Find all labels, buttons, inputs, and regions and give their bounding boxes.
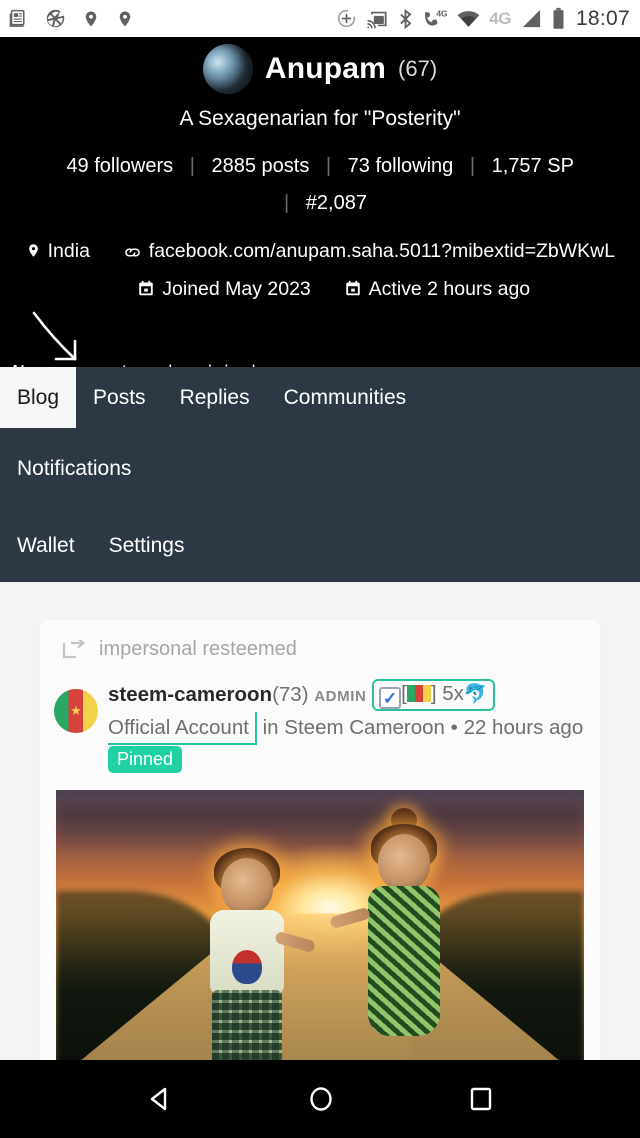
pinned-badge: Pinned bbox=[108, 746, 183, 773]
tab-wallet[interactable]: Wallet bbox=[0, 515, 92, 576]
post-community[interactable]: Steem Cameroon bbox=[284, 716, 445, 739]
stat-divider: | bbox=[284, 192, 290, 214]
post-author-role: ADMIN bbox=[314, 688, 367, 705]
child-left-shorts bbox=[211, 990, 282, 1070]
wifi-icon bbox=[457, 11, 480, 28]
profile-joined: Joined May 2023 bbox=[137, 278, 316, 300]
handdrawn-arrow-icon bbox=[32, 311, 77, 361]
stat-divider: | bbox=[189, 155, 195, 177]
profile-nav: Blog Posts Replies Communities Notificat… bbox=[0, 367, 640, 582]
status-bar-clock: 18:07 bbox=[575, 6, 630, 30]
profile-header: Anupam (67) A Sexagenarian for "Posterit… bbox=[0, 37, 640, 383]
camera-aperture-icon bbox=[46, 9, 65, 28]
post-author-avatar[interactable] bbox=[54, 689, 98, 733]
child-left bbox=[199, 848, 316, 1070]
child-left-shirt-logo bbox=[231, 950, 262, 984]
post-header-text: steem-cameroon(73) ADMIN ✓[] 5x🐬 Officia… bbox=[98, 671, 600, 776]
bracket-close: ] bbox=[430, 682, 437, 705]
stat-rank[interactable]: #2,087 bbox=[306, 192, 367, 214]
status-bar: 4G 4G 18:07 bbox=[0, 0, 640, 37]
phone-screen: 4G 4G 18:07 Anupam (67) A Sexagenarian f… bbox=[0, 0, 640, 1138]
cameroon-flag-icon bbox=[406, 685, 431, 702]
avatar[interactable] bbox=[202, 44, 253, 94]
tab-settings[interactable]: Settings bbox=[92, 515, 202, 576]
tab-blog[interactable]: Blog bbox=[0, 367, 77, 428]
nav-row-3: Wallet Settings bbox=[0, 515, 640, 576]
location-pin-icon bbox=[85, 11, 97, 26]
nav-row-1: Blog Posts Replies Communities bbox=[0, 367, 640, 428]
nav-row-2: Notifications bbox=[0, 438, 640, 499]
stat-following[interactable]: 73 following bbox=[348, 155, 454, 177]
child-right-dress bbox=[367, 886, 440, 1036]
stat-divider: | bbox=[325, 155, 332, 177]
signal-bars-icon bbox=[522, 9, 541, 28]
location-pin-icon-2 bbox=[119, 11, 131, 26]
stat-posts[interactable]: 2885 posts bbox=[211, 155, 309, 177]
status-badge: ✓[] 5x🐬 bbox=[372, 679, 495, 711]
post-timestamp: 22 hours ago bbox=[463, 716, 584, 739]
status-bar-left-icons bbox=[8, 8, 134, 30]
stat-divider: | bbox=[469, 155, 476, 177]
profile-stats: 49 followers | 2885 posts | 73 following… bbox=[0, 148, 640, 222]
child-right bbox=[328, 808, 456, 1070]
post-image[interactable] bbox=[56, 790, 584, 1070]
news-icon bbox=[9, 9, 25, 27]
tab-posts[interactable]: Posts bbox=[76, 367, 163, 428]
post-author-reputation: (73) bbox=[272, 683, 309, 706]
svg-text:4G: 4G bbox=[437, 9, 448, 19]
profile-active-label: Active 2 hours ago bbox=[368, 278, 531, 300]
badge-multiplier: 5x bbox=[442, 682, 464, 705]
location-pin-icon bbox=[28, 244, 38, 257]
volte-4g-icon: 4G bbox=[425, 9, 448, 26]
profile-meta: India facebook.com/anupam.saha.5011?mibe… bbox=[0, 232, 640, 308]
child-left-head bbox=[220, 858, 273, 914]
recents-square-icon[interactable] bbox=[466, 1084, 496, 1114]
child-right-head bbox=[377, 834, 430, 890]
resteem-arrow-icon bbox=[62, 639, 86, 658]
cloud-band bbox=[56, 806, 584, 852]
feed: impersonal resteemed steem-cameroon(73) … bbox=[0, 582, 640, 1070]
back-triangle-icon[interactable] bbox=[144, 1083, 176, 1115]
tab-communities[interactable]: Communities bbox=[267, 367, 424, 428]
status-bar-right-icons: 4G 4G 18:07 bbox=[336, 7, 630, 31]
resteem-label: impersonal resteemed bbox=[99, 638, 297, 660]
resteem-row: impersonal resteemed bbox=[40, 634, 600, 671]
add-circle-icon bbox=[338, 9, 356, 28]
official-account-badge: Official Account bbox=[108, 712, 257, 745]
dolphin-icon: 🐬 bbox=[463, 684, 488, 705]
reputation-score: (67) bbox=[398, 56, 438, 81]
profile-location: India bbox=[26, 240, 96, 262]
calendar-icon bbox=[345, 280, 360, 296]
post-card[interactable]: impersonal resteemed steem-cameroon(73) … bbox=[40, 620, 600, 1070]
stat-sp[interactable]: 1,757 SP bbox=[492, 155, 574, 177]
battery-icon bbox=[553, 7, 564, 29]
calendar-icon bbox=[139, 280, 154, 296]
bluetooth-icon bbox=[400, 8, 412, 29]
community-prefix: in bbox=[262, 716, 279, 739]
tab-notifications[interactable]: Notifications bbox=[0, 438, 148, 499]
link-icon bbox=[125, 248, 140, 257]
tab-replies[interactable]: Replies bbox=[163, 367, 267, 428]
android-navigation-bar bbox=[0, 1060, 640, 1138]
profile-name-row: Anupam (67) bbox=[0, 44, 640, 94]
profile-link[interactable]: facebook.com/anupam.saha.5011?mibextid=Z… bbox=[123, 240, 615, 262]
separator-dot: • bbox=[450, 716, 458, 739]
profile-location-label: India bbox=[47, 240, 90, 262]
stat-followers[interactable]: 49 followers bbox=[66, 155, 173, 177]
profile-joined-label: Joined May 2023 bbox=[162, 278, 311, 300]
page-title: Anupam bbox=[264, 52, 387, 85]
post-header: steem-cameroon(73) ADMIN ✓[] 5x🐬 Officia… bbox=[40, 671, 600, 776]
profile-tagline: A Sexagenarian for "Posterity" bbox=[179, 107, 461, 130]
cast-icon bbox=[367, 11, 387, 28]
home-circle-icon[interactable] bbox=[305, 1083, 337, 1115]
white-check-mark-icon: ✓ bbox=[379, 687, 402, 709]
network-type-label: 4G bbox=[489, 8, 511, 28]
profile-link-label: facebook.com/anupam.saha.5011?mibextid=Z… bbox=[148, 240, 615, 262]
profile-active: Active 2 hours ago bbox=[344, 278, 531, 300]
post-author[interactable]: steem-cameroon bbox=[108, 683, 272, 706]
